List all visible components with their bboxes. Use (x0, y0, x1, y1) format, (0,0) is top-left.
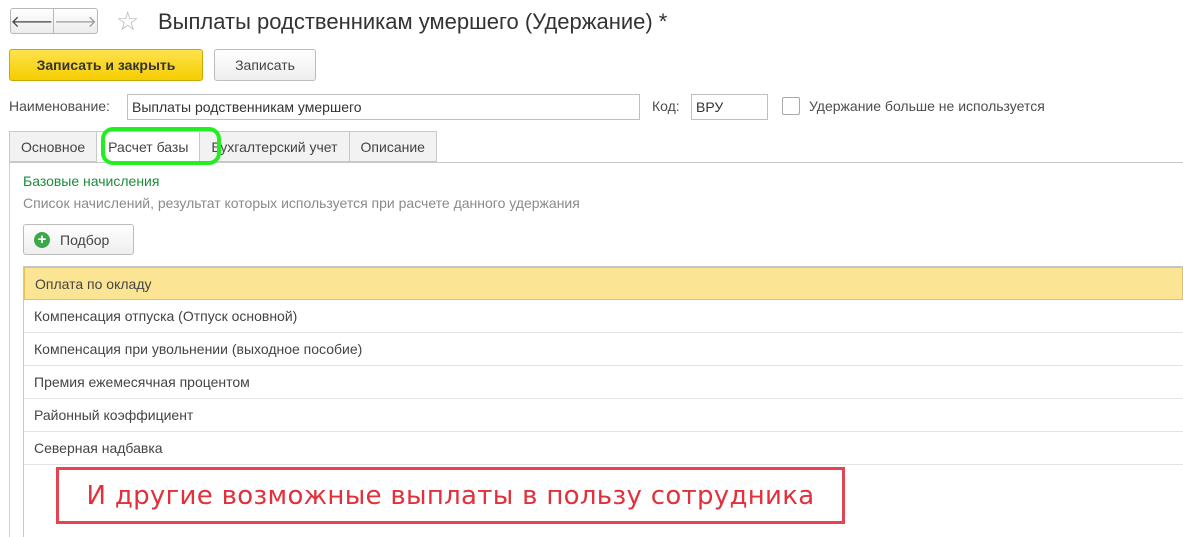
table-row[interactable]: Северная надбавка (24, 432, 1183, 465)
pick-button-label: Подбор (60, 231, 110, 248)
save-button[interactable]: Записать (214, 49, 316, 81)
history-nav: 🡐 🡒 (10, 8, 98, 34)
section-description: Список начислений, результат которых исп… (23, 195, 580, 211)
table-row[interactable]: Оплата по окладу (24, 267, 1183, 300)
pick-button[interactable]: + Подбор (23, 224, 134, 255)
code-input[interactable]: ВРУ (691, 94, 768, 120)
table-row[interactable]: Районный коэффициент (24, 399, 1183, 432)
unused-label: Удержание больше не используется (809, 98, 1045, 114)
favorite-star-icon[interactable]: ☆ (116, 6, 139, 36)
arrow-right-icon: 🡒 (54, 13, 97, 31)
name-input[interactable]: Выплаты родственникам умершего (127, 94, 640, 120)
window-title: Выплаты родственникам умершего (Удержани… (158, 9, 668, 34)
name-label: Наименование: (9, 98, 110, 114)
back-button[interactable]: 🡐 (10, 8, 54, 34)
code-label: Код: (652, 98, 680, 114)
tab-accounting[interactable]: Бухгалтерский учет (200, 131, 350, 162)
unused-checkbox[interactable] (782, 97, 800, 115)
tab-main[interactable]: Основное (9, 131, 98, 162)
panel-border (9, 162, 10, 537)
add-icon: + (34, 231, 50, 248)
arrow-left-icon: 🡐 (10, 13, 54, 31)
section-title: Базовые начисления (23, 173, 160, 189)
table-row[interactable]: Компенсация отпуска (Отпуск основной) (24, 300, 1183, 333)
save-and-close-button[interactable]: Записать и закрыть (9, 49, 203, 81)
forward-button[interactable]: 🡒 (54, 8, 98, 34)
tab-bar: Основное Расчет базы Бухгалтерский учет … (9, 131, 437, 163)
annotation-text: И другие возможные выплаты в пользу сотр… (86, 480, 815, 511)
tab-description[interactable]: Описание (349, 131, 437, 162)
table-row[interactable]: Компенсация при увольнении (выходное пос… (24, 333, 1183, 366)
table-row[interactable]: Премия ежемесячная процентом (24, 366, 1183, 399)
annotation-box: И другие возможные выплаты в пользу сотр… (56, 467, 845, 524)
tab-base-calculation[interactable]: Расчет базы (97, 131, 201, 162)
